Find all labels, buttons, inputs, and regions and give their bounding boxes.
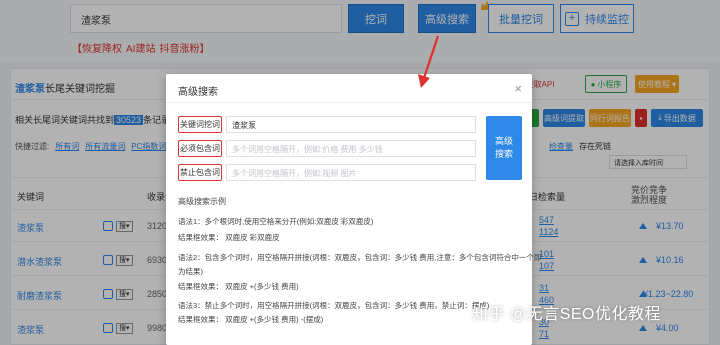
zhihu-watermark: 知乎 @无言SEO优化教程	[472, 306, 661, 323]
divider	[166, 102, 532, 103]
submit-label-line2: 搜索	[494, 149, 513, 159]
must-include-label: 必须包含词	[178, 140, 222, 157]
dialog-title: 高级搜索	[178, 87, 218, 98]
example-syntax-2: 语法2：包含多个词时，用空格隔开拼接(词根：双鹿皮，包含词：多少钱 费用,注意：…	[178, 253, 542, 262]
submit-label-line1: 高级	[494, 136, 513, 146]
examples-title: 高级搜索示例	[178, 197, 226, 206]
exclude-input[interactable]: 多个词用空格隔开，例如:视频 图片	[226, 164, 476, 181]
example-result-1: 结果框效果： 双鹿皮 彩双鹿皮	[178, 233, 280, 242]
example-result-2: 结果框效果： 双鹿皮 +(多少钱 费用)	[178, 282, 299, 291]
example-result-3: 结果框效果： 双鹿皮 +(多少钱 费用) -(摆成)	[178, 315, 324, 324]
example-syntax-3: 语法3：禁止多个词时，用空格隔开拼接(词根：双鹿皮，包含词：多少钱 费用，禁止词…	[178, 301, 490, 310]
example-syntax-1: 语法1：多个根词时,使用空格来分开(例如:双鹿皮 彩双鹿皮)	[178, 217, 374, 226]
root-keyword-input[interactable]: 渣浆泵	[226, 116, 476, 133]
must-include-input[interactable]: 多个词用空格隔开，例如:价格 费用 多少钱	[226, 140, 476, 157]
example-syntax-2-cont: 为结果)	[178, 267, 203, 276]
close-icon[interactable]: ×	[514, 81, 522, 96]
advanced-search-submit-button[interactable]: 高级 搜索	[486, 116, 522, 180]
annotation-arrow-icon	[418, 35, 440, 88]
root-keyword-label: 关键词挖词	[178, 116, 222, 133]
exclude-label: 禁止包含词	[178, 164, 222, 181]
